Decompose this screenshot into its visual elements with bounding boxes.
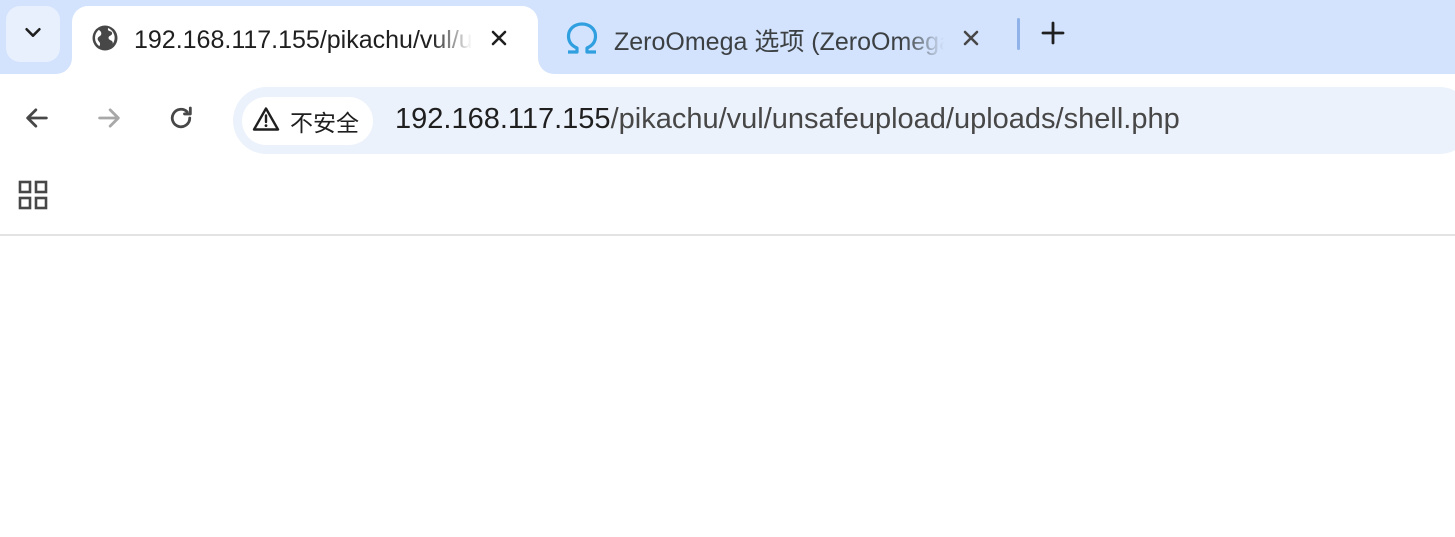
omega-icon: [564, 21, 600, 60]
tab-inactive[interactable]: ZeroOmega 选项 (ZeroOmega): [548, 6, 1008, 74]
address-bar[interactable]: 不安全 192.168.117.155/pikachu/vul/unsafeup…: [233, 87, 1455, 154]
url-host: 192.168.117.155: [395, 103, 611, 135]
arrow-right-icon: [95, 104, 123, 137]
back-button[interactable]: [17, 100, 57, 140]
chevron-down-icon: [22, 21, 44, 48]
close-icon: [490, 29, 508, 52]
security-label: 不安全: [290, 110, 359, 136]
apps-button[interactable]: [12, 176, 54, 218]
close-icon: [962, 29, 980, 52]
url-path: /pikachu/vul/unsafeupload/uploads/shell.…: [610, 103, 1180, 135]
tab-search-button[interactable]: [6, 6, 60, 62]
security-chip[interactable]: 不安全: [242, 97, 373, 145]
reload-icon: [167, 104, 195, 137]
tab-title: ZeroOmega 选项 (ZeroOmega): [614, 22, 944, 58]
tab-active[interactable]: 192.168.117.155/pikachu/vul/unsafeupload…: [72, 6, 538, 74]
apps-grid-icon: [17, 179, 49, 216]
tab-close-button[interactable]: [956, 25, 986, 55]
tab-separator: [1017, 18, 1020, 50]
new-tab-button[interactable]: [1034, 17, 1072, 53]
toolbar: 不安全 192.168.117.155/pikachu/vul/unsafeup…: [0, 74, 1455, 166]
bookmarks-bar: [0, 166, 1455, 236]
forward-button[interactable]: [89, 100, 129, 140]
globe-icon: [90, 23, 120, 58]
warning-triangle-icon: [252, 106, 280, 137]
page-content: [0, 236, 1455, 537]
plus-icon: [1041, 21, 1065, 50]
tab-title: 192.168.117.155/pikachu/vul/unsafeupload…: [134, 25, 472, 55]
arrow-left-icon: [23, 104, 51, 137]
url-text[interactable]: 192.168.117.155/pikachu/vul/unsafeupload…: [395, 103, 1180, 136]
reload-button[interactable]: [161, 100, 201, 140]
tab-strip: 192.168.117.155/pikachu/vul/unsafeupload…: [0, 0, 1455, 74]
tab-close-button[interactable]: [484, 25, 514, 55]
